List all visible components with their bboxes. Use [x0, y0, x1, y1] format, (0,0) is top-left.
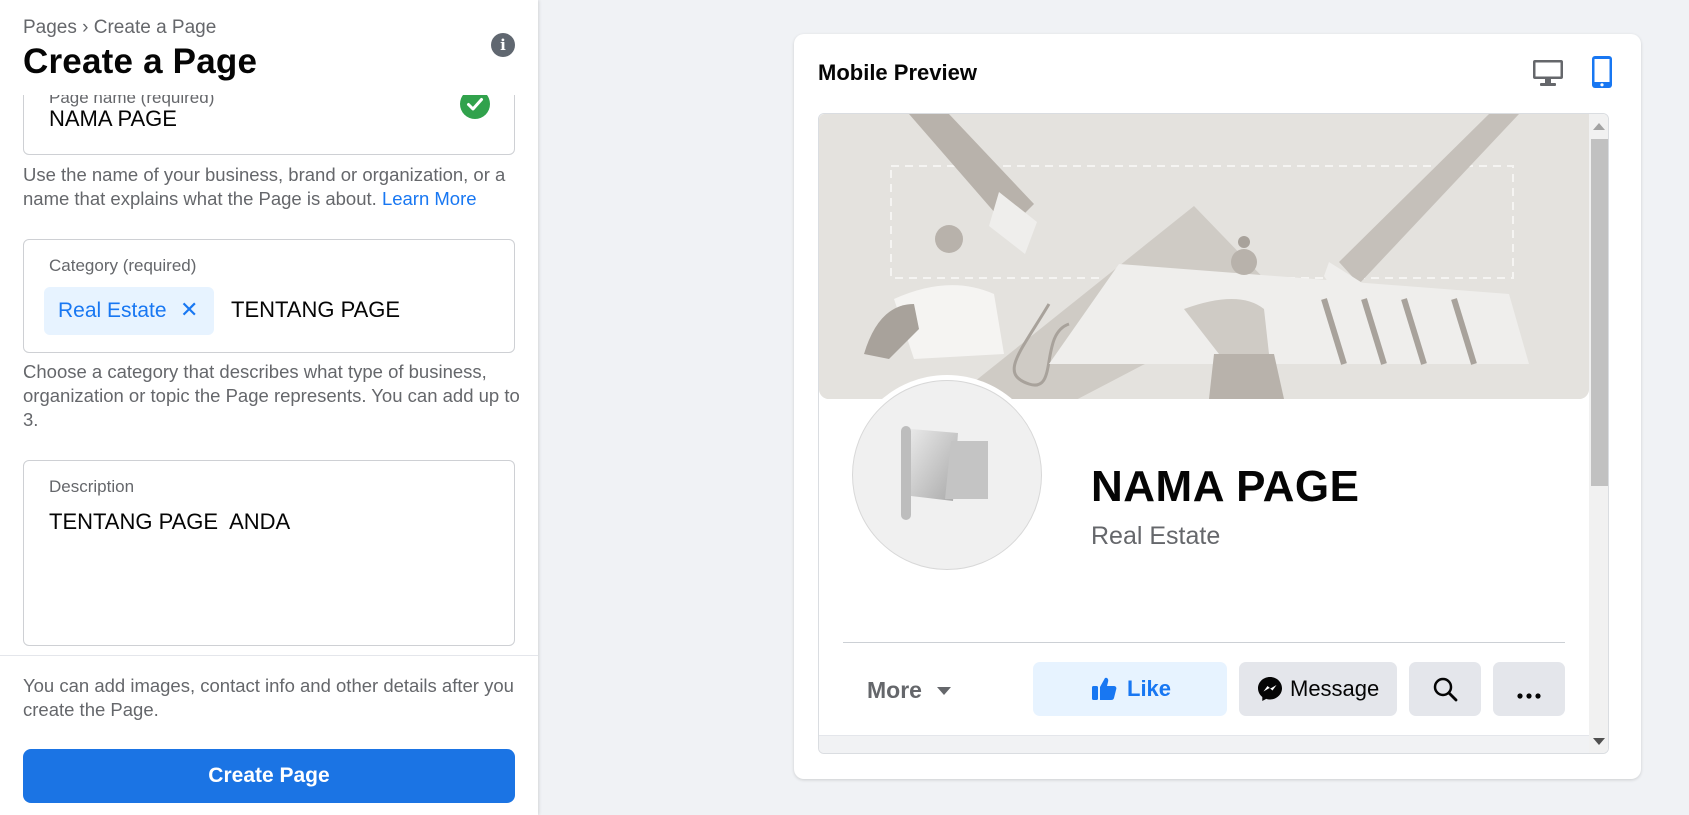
create-page-button[interactable]: Create Page	[23, 749, 515, 803]
vertical-scrollbar[interactable]	[1589, 114, 1608, 753]
more-tab[interactable]: More	[867, 677, 922, 704]
panel-footer: You can add images, contact info and oth…	[0, 655, 538, 815]
mobile-icon[interactable]	[1589, 55, 1615, 89]
like-button[interactable]: Like	[1033, 662, 1227, 716]
page-title: Create a Page	[23, 42, 258, 81]
breadcrumb[interactable]: Pages › Create a Page	[23, 17, 216, 39]
learn-more-link[interactable]: Learn More	[382, 188, 477, 209]
description-label: Description	[49, 477, 135, 496]
category-chip-label: Real Estate	[58, 299, 167, 322]
message-button[interactable]: Message	[1239, 662, 1397, 716]
category-chip[interactable]: Real Estate ✕	[44, 287, 214, 335]
page-name-field[interactable]: Page name (required) NAMA PAGE	[23, 95, 515, 155]
footer-note: You can add images, contact info and oth…	[23, 675, 514, 720]
scroll-up-icon[interactable]	[1593, 123, 1605, 130]
description-input[interactable]: TENTANG PAGE ANDA	[49, 509, 290, 535]
scroll-down-icon[interactable]	[1593, 738, 1605, 745]
avatar-placeholder	[852, 380, 1042, 570]
profile-avatar	[847, 375, 1047, 575]
preview-card: Mobile Preview NAMA PAGE Real Estate Mor…	[794, 34, 1641, 779]
more-options-button[interactable]	[1493, 662, 1565, 716]
messenger-icon	[1257, 676, 1283, 707]
category-field[interactable]: Category (required) Real Estate ✕ TENTAN…	[23, 239, 515, 353]
preview-page-category: Real Estate	[1091, 522, 1221, 550]
check-circle-icon	[460, 95, 490, 119]
cover-photo	[819, 114, 1589, 399]
category-label: Category (required)	[49, 256, 197, 275]
category-help: Choose a category that describes what ty…	[23, 361, 520, 430]
form-scroll-area[interactable]: Page name (required) NAMA PAGE Use the n…	[0, 95, 538, 655]
like-label: Like	[1127, 676, 1172, 701]
preview-page-name: NAMA PAGE	[1091, 462, 1360, 511]
search-button[interactable]	[1409, 662, 1481, 716]
scrollbar-thumb[interactable]	[1591, 139, 1608, 486]
info-icon[interactable]: i	[491, 33, 515, 57]
page-name-help: Use the name of your business, brand or …	[23, 163, 523, 211]
divider	[843, 642, 1565, 643]
preview-title: Mobile Preview	[818, 60, 977, 85]
category-input[interactable]: TENTANG PAGE	[231, 297, 400, 323]
desktop-icon[interactable]	[1531, 58, 1565, 88]
caret-down-icon[interactable]	[937, 687, 951, 695]
create-page-panel: Pages › Create a Page Create a Page i Pa…	[0, 0, 538, 815]
description-field[interactable]: Description TENTANG PAGE ANDA	[23, 460, 515, 646]
close-icon[interactable]: ✕	[180, 297, 198, 323]
page-name-input[interactable]: NAMA PAGE	[49, 106, 177, 132]
message-label: Message	[1290, 676, 1380, 701]
flag-icon	[901, 426, 988, 520]
more-dots-icon	[1515, 686, 1543, 704]
search-icon	[1432, 676, 1458, 707]
mobile-preview-frame[interactable]: NAMA PAGE Real Estate More Like Message	[818, 113, 1609, 754]
next-section-edge	[819, 735, 1589, 753]
thumbs-up-icon	[1091, 676, 1117, 707]
